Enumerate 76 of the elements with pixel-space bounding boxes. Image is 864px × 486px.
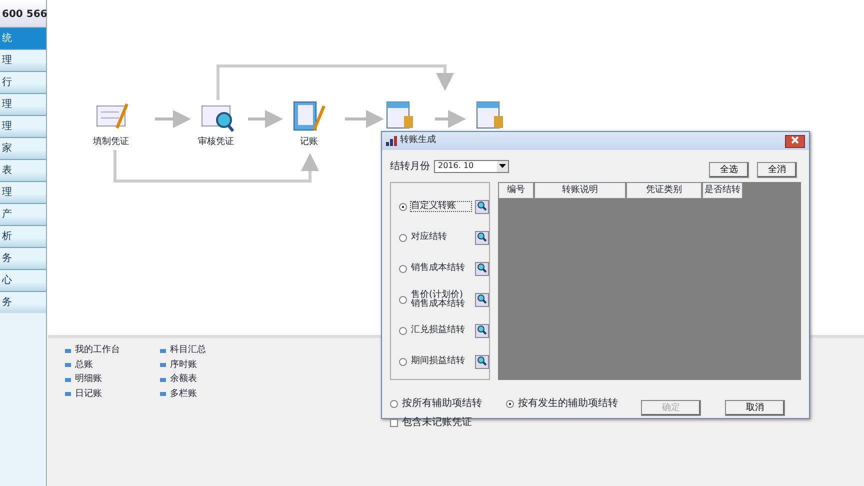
quick-link[interactable]: 序时账 [160, 358, 250, 372]
close-button[interactable] [785, 134, 805, 148]
column-header: 转账说明 [534, 182, 626, 199]
quick-link[interactable]: 明细账 [65, 373, 160, 386]
search-button[interactable] [475, 292, 489, 306]
radio-button[interactable] [399, 264, 407, 272]
search-icon [477, 294, 487, 304]
quick-link[interactable]: 多栏账 [160, 388, 250, 401]
quick-link[interactable]: 总账 [65, 358, 160, 372]
node-label: 填制凭证 [93, 136, 129, 149]
search-button[interactable] [475, 230, 489, 244]
flow-arrow [345, 110, 384, 128]
notebook-pen-icon[interactable] [294, 102, 326, 131]
sidebar-item[interactable]: 心 [0, 269, 46, 291]
selection-button[interactable]: 全选 [709, 162, 749, 178]
search-icon [477, 201, 487, 212]
radio-button[interactable] [506, 400, 514, 408]
sidebar-item[interactable]: 务 [0, 247, 46, 269]
sidebar-item[interactable]: 统 [0, 27, 46, 49]
sidebar-item[interactable]: 家 [0, 137, 46, 159]
option-label: 期间损益结转 [411, 357, 466, 366]
quick-link[interactable]: 科目汇总 [160, 344, 250, 358]
radio-button[interactable] [399, 358, 407, 366]
sidebar-item[interactable]: 行 [0, 71, 46, 93]
account-number: 600 566 [0, 0, 46, 27]
sidebar-item[interactable]: 表 [0, 159, 46, 181]
search-icon [477, 356, 487, 366]
search-icon [477, 263, 487, 274]
search-icon [477, 325, 487, 336]
option-label: 按所有辅助项结转 [402, 396, 482, 411]
field-label: 结转月份 [390, 160, 430, 174]
sidebar-item[interactable]: 理 [0, 49, 46, 71]
search-button[interactable] [475, 262, 489, 276]
radio-button[interactable] [399, 326, 407, 334]
sidebar-item[interactable]: 务 [0, 291, 46, 313]
option-label: 对应结转 [411, 233, 448, 242]
node-label: 审核凭证 [198, 136, 234, 149]
radio-button[interactable] [399, 202, 407, 210]
option-label: 售价(计划价) 销售成本结转 [411, 290, 466, 308]
option-label: 销售成本结转 [411, 264, 466, 273]
bar-chart-icon [386, 136, 397, 146]
cancel-button[interactable]: 取消 [725, 400, 785, 416]
search-button[interactable] [475, 324, 489, 338]
sidebar-item[interactable]: 产 [0, 203, 46, 225]
quick-link[interactable]: 日记账 [65, 388, 160, 401]
option-label: 按有发生的辅助项结转 [518, 396, 618, 411]
close-icon [791, 136, 799, 144]
column-header: 是否结转 [702, 182, 743, 199]
node-label: 记账 [300, 136, 318, 149]
flow-arrow [248, 110, 283, 128]
quick-link[interactable]: 余额表 [160, 373, 250, 386]
flow-arrow [435, 110, 466, 128]
column-header: 编号 [498, 182, 534, 199]
checkbox[interactable] [390, 418, 398, 426]
voucher-magnifier-icon[interactable] [202, 106, 234, 132]
voucher-pen-icon[interactable] [96, 103, 128, 129]
calendar-icon[interactable] [476, 102, 503, 128]
sidebar-item[interactable]: 析 [0, 225, 46, 247]
search-icon [477, 232, 487, 242]
dialog-title: 转账生成 [400, 134, 436, 148]
radio-button[interactable] [390, 400, 398, 408]
selection-button[interactable]: 全消 [757, 162, 797, 178]
search-button[interactable] [475, 354, 489, 368]
radio-button[interactable] [399, 296, 407, 304]
flow-arrow [155, 110, 191, 128]
sidebar-item[interactable]: 理 [0, 93, 46, 115]
quick-link[interactable]: 我的工作台 [65, 344, 160, 358]
checkbox-label: 包含未记账凭证 [402, 416, 472, 430]
option-label: 汇兑损益结转 [411, 326, 466, 335]
sidebar-item[interactable]: 理 [0, 181, 46, 203]
search-button[interactable] [475, 200, 489, 214]
month-dropdown[interactable]: 2016. 10 [434, 160, 509, 172]
sidebar-item[interactable]: 理 [0, 115, 46, 137]
column-header: 凭证类别 [626, 182, 702, 199]
calendar-icon[interactable] [386, 102, 413, 128]
radio-button[interactable] [399, 234, 407, 242]
